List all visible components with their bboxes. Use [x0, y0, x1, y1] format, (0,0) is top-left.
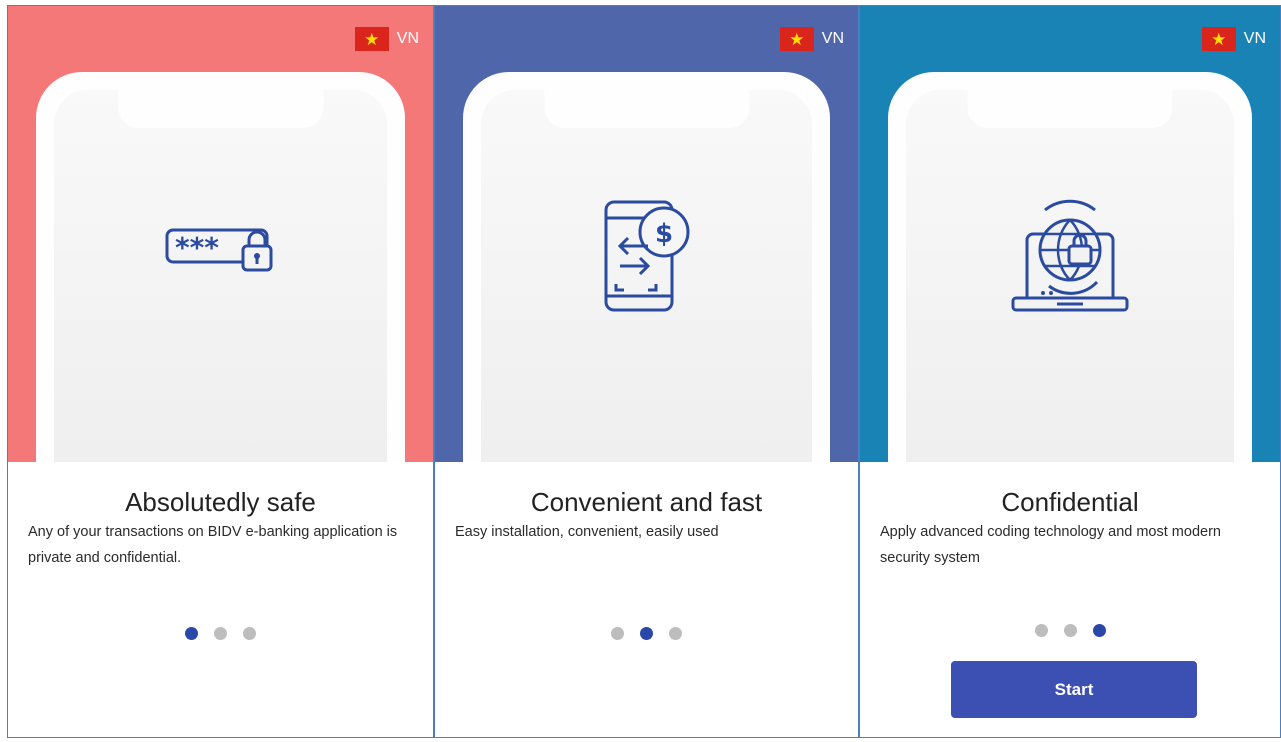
onboarding-slide-safe: ★ VN *** Absolutedly safe Any of your tr…: [7, 5, 434, 738]
page-dot-3[interactable]: [669, 627, 682, 640]
page-dot-1[interactable]: [1034, 624, 1048, 637]
slide-title: Convenient and fast: [530, 487, 763, 517]
slide-title: Confidential: [1001, 487, 1139, 517]
slide-description: Any of your transactions on BIDV e-banki…: [28, 524, 398, 566]
start-button[interactable]: Start: [951, 661, 1197, 718]
password-lock-icon: ***: [165, 228, 272, 272]
phone-notch: [118, 90, 323, 128]
slide-text-area: Absolutedly safe Any of your transaction…: [8, 462, 433, 737]
hero-background: ★ VN: [860, 6, 1280, 492]
language-code: VN: [1243, 30, 1266, 47]
hero-background: ★ VN $: [435, 6, 858, 492]
page-indicator: [8, 627, 433, 640]
phone-frame: ***: [36, 72, 405, 492]
page-dot-2[interactable]: [1063, 624, 1077, 637]
language-selector[interactable]: ★ VN: [1201, 27, 1266, 51]
phone-notch: [967, 90, 1173, 128]
hero-background: ★ VN ***: [8, 6, 433, 492]
vietnam-flag-icon: ★: [354, 27, 389, 51]
page-dot-3[interactable]: [243, 627, 256, 640]
svg-text:$: $: [655, 219, 673, 249]
phone-notch: [544, 90, 749, 128]
page-dot-2[interactable]: [214, 627, 227, 640]
page-dot-1[interactable]: [185, 627, 198, 640]
phone-frame: $: [463, 72, 830, 492]
language-code: VN: [821, 30, 844, 47]
page-dot-2[interactable]: [640, 627, 653, 640]
language-code: VN: [396, 30, 419, 47]
phone-screen: [906, 90, 1234, 492]
language-selector[interactable]: ★ VN: [779, 27, 844, 51]
page-indicator: [435, 627, 858, 640]
slide-text-area: Confidential Apply advanced coding techn…: [860, 462, 1280, 737]
vietnam-flag-icon: ★: [1201, 27, 1236, 51]
page-dot-3[interactable]: [1092, 624, 1106, 637]
laptop-globe-lock-icon: [1011, 199, 1129, 312]
language-selector[interactable]: ★ VN: [354, 27, 419, 51]
phone-frame: [888, 72, 1252, 492]
onboarding-slide-convenient: ★ VN $ Convenient and fast Easy installa…: [434, 5, 859, 738]
phone-screen: ***: [54, 90, 387, 492]
slide-description: Easy installation, convenient, easily us…: [455, 524, 719, 540]
page-dot-1[interactable]: [611, 627, 624, 640]
slide-description: Apply advanced coding technology and mos…: [880, 524, 1221, 566]
slide-title: Absolutedly safe: [125, 487, 316, 517]
phone-screen: $: [481, 90, 812, 492]
slide-text-area: Convenient and fast Easy installation, c…: [435, 462, 858, 737]
onboarding-slide-confidential: ★ VN Confidential Apply advanced coding …: [859, 5, 1281, 738]
svg-text:***: ***: [175, 231, 219, 264]
page-indicator: [860, 624, 1280, 637]
vietnam-flag-icon: ★: [779, 27, 814, 51]
mobile-money-exchange-icon: $: [604, 200, 689, 312]
